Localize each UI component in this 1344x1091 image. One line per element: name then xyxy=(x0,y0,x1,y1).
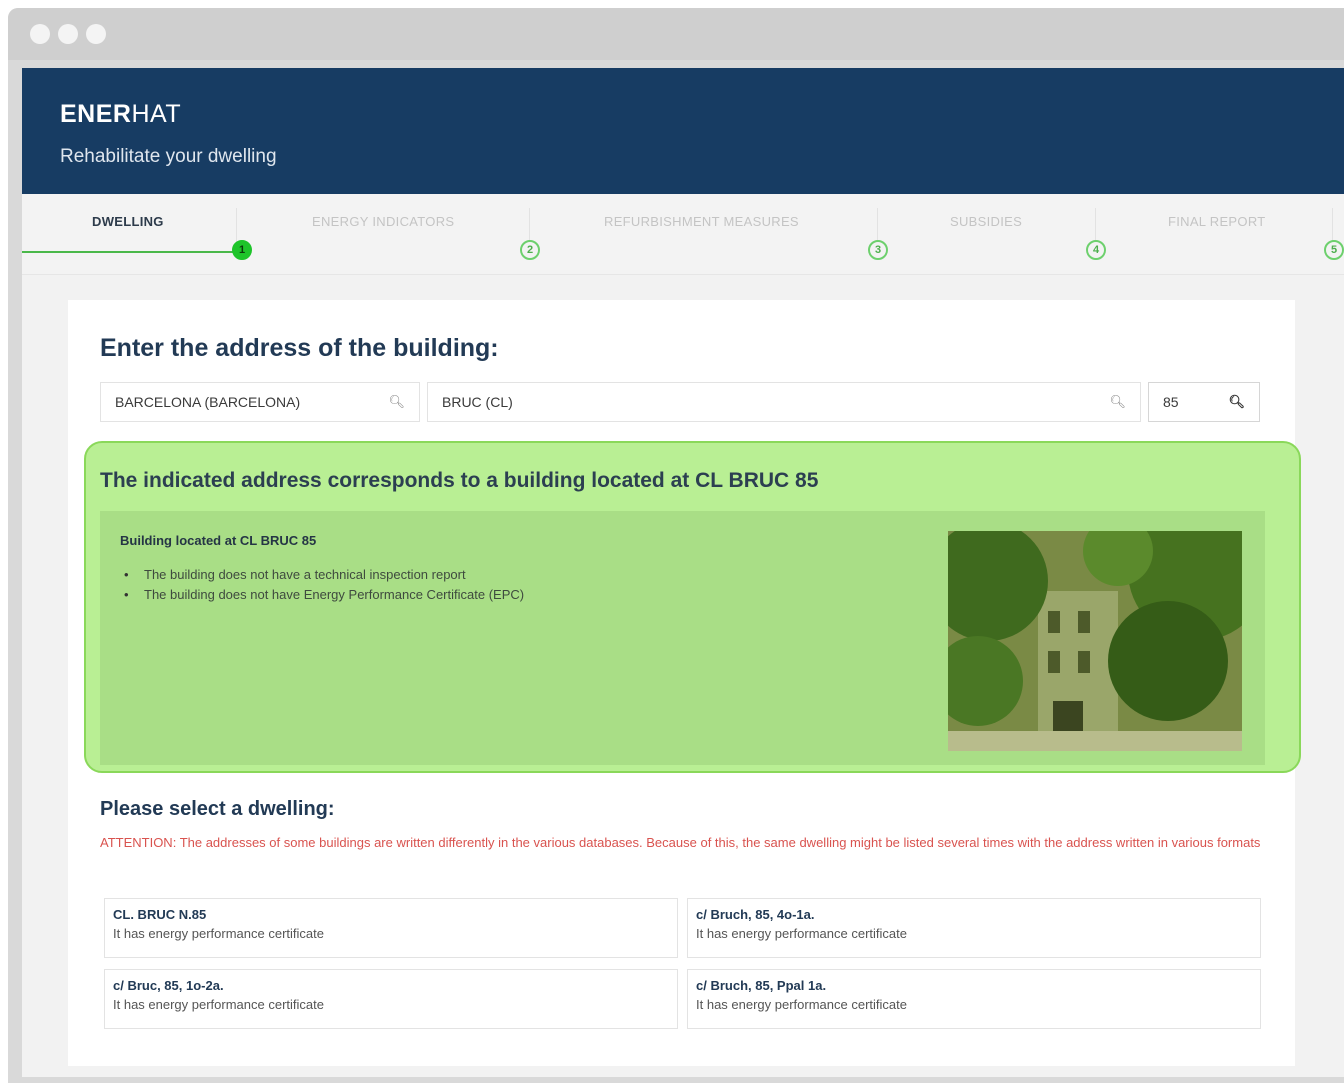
tab-subsidies[interactable]: SUBSIDIES xyxy=(950,214,1022,229)
attention-message: ATTENTION: The addresses of some buildin… xyxy=(100,835,1261,850)
dwelling-certificate-status: It has energy performance certificate xyxy=(696,997,907,1012)
browser-window: ENERHAT Rehabilitate your dwelling DWELL… xyxy=(8,8,1344,1083)
search-icon[interactable]: 🔍︎ xyxy=(1228,383,1245,421)
dwelling-certificate-status: It has energy performance certificate xyxy=(113,926,324,941)
building-photo xyxy=(948,531,1242,751)
logo-light-text: HAT xyxy=(131,100,182,128)
street-value: BRUC (CL) xyxy=(442,394,513,410)
dwelling-address: c/ Bruch, 85, 4o-1a. xyxy=(696,907,815,922)
wizard-stepper: DWELLING 1 ENERGY INDICATORS 2 REFURBISH… xyxy=(22,194,1344,275)
maximize-window-dot[interactable] xyxy=(86,24,106,44)
tagline: Rehabilitate your dwelling xyxy=(60,146,277,167)
tab-dwelling[interactable]: DWELLING xyxy=(92,214,164,229)
building-details: Building located at CL BRUC 85 The build… xyxy=(100,511,1265,765)
address-section-title: Enter the address of the building: xyxy=(100,334,499,362)
list-item: The building does not have a technical i… xyxy=(124,567,524,582)
progress-line xyxy=(22,251,248,253)
street-number-input[interactable]: 85 🔍︎ xyxy=(1148,382,1260,422)
step-number-2: 2 xyxy=(520,240,540,260)
main-card: Enter the address of the building: BARCE… xyxy=(68,300,1301,1066)
browser-title-bar xyxy=(8,8,1344,60)
step-number-5: 5 xyxy=(1324,240,1344,260)
step-number-3: 3 xyxy=(868,240,888,260)
building-details-heading: Building located at CL BRUC 85 xyxy=(120,533,317,548)
building-photo-image xyxy=(948,531,1242,751)
municipality-value: BARCELONA (BARCELONA) xyxy=(115,394,301,410)
window-controls xyxy=(30,24,106,44)
search-icon[interactable]: 🔍︎ xyxy=(1109,383,1126,421)
dwelling-address: CL. BRUC N.85 xyxy=(113,907,207,922)
search-icon[interactable]: 🔍︎ xyxy=(388,383,405,421)
page-viewport: ENERHAT Rehabilitate your dwelling DWELL… xyxy=(22,68,1344,1077)
dwelling-certificate-status: It has energy performance certificate xyxy=(696,926,907,941)
dwelling-certificate-status: It has energy performance certificate xyxy=(113,997,324,1012)
building-details-list: The building does not have a technical i… xyxy=(124,567,524,607)
step-number-4: 4 xyxy=(1086,240,1106,260)
building-found-box: The indicated address corresponds to a b… xyxy=(84,441,1301,773)
building-found-title: The indicated address corresponds to a b… xyxy=(100,469,819,492)
tab-energy-indicators[interactable]: ENERGY INDICATORS xyxy=(312,214,454,229)
dwelling-option[interactable]: c/ Bruch, 85, Ppal 1a. It has energy per… xyxy=(687,969,1261,1029)
logo-bold-text: ENER xyxy=(60,100,132,128)
municipality-input[interactable]: BARCELONA (BARCELONA) 🔍︎ xyxy=(100,382,420,422)
minimize-window-dot[interactable] xyxy=(58,24,78,44)
dwelling-option[interactable]: CL. BRUC N.85 It has energy performance … xyxy=(104,898,678,958)
tab-refurbishment-measures[interactable]: REFURBISHMENT MEASURES xyxy=(604,214,799,229)
street-number-value: 85 xyxy=(1163,394,1179,410)
step-number-1: 1 xyxy=(232,240,252,260)
dwelling-address: c/ Bruc, 85, 1o-2a. xyxy=(113,978,224,993)
close-window-dot[interactable] xyxy=(30,24,50,44)
dwelling-address: c/ Bruch, 85, Ppal 1a. xyxy=(696,978,827,993)
street-input[interactable]: BRUC (CL) 🔍︎ xyxy=(427,382,1141,422)
tab-final-report[interactable]: FINAL REPORT xyxy=(1168,214,1266,229)
dwelling-option[interactable]: c/ Bruc, 85, 1o-2a. It has energy perfor… xyxy=(104,969,678,1029)
logo[interactable]: ENERHAT xyxy=(60,100,181,129)
list-item: The building does not have Energy Perfor… xyxy=(124,587,524,602)
site-header: ENERHAT Rehabilitate your dwelling xyxy=(22,68,1344,194)
dwelling-option[interactable]: c/ Bruch, 85, 4o-1a. It has energy perfo… xyxy=(687,898,1261,958)
select-dwelling-title: Please select a dwelling: xyxy=(100,798,335,820)
